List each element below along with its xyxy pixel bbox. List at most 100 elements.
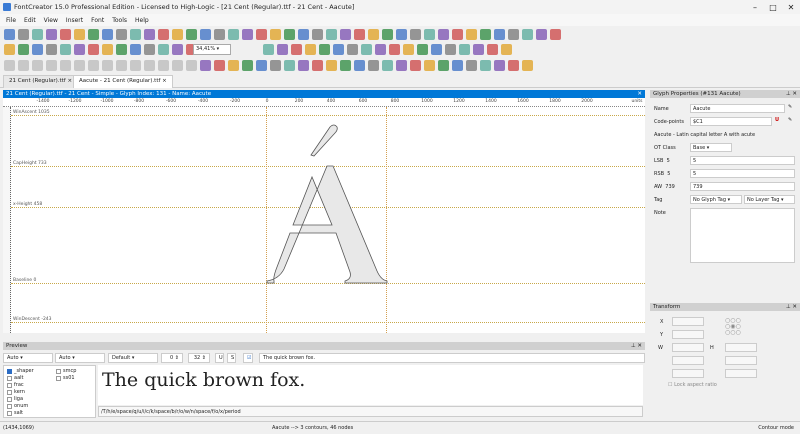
close-icon[interactable]: ✕ bbox=[637, 90, 642, 98]
toolbar-button[interactable] bbox=[522, 60, 533, 71]
toolbar-button[interactable] bbox=[46, 44, 57, 55]
zoom-select[interactable]: 34,41% ▾ bbox=[193, 44, 231, 55]
toolbar-button[interactable] bbox=[312, 60, 323, 71]
x-field[interactable] bbox=[672, 317, 704, 326]
menu-view[interactable]: View bbox=[44, 17, 58, 24]
toolbar-button[interactable] bbox=[326, 60, 337, 71]
checkbox[interactable] bbox=[56, 368, 61, 374]
toolbar-button[interactable] bbox=[382, 29, 393, 40]
toolbar-button[interactable] bbox=[375, 44, 386, 55]
note-textarea[interactable] bbox=[690, 208, 795, 263]
toolbar-button[interactable] bbox=[494, 60, 505, 71]
toolbar-button[interactable] bbox=[214, 60, 225, 71]
feature-checkbox-shaper[interactable]: _shaper bbox=[7, 368, 34, 374]
toolbar-button[interactable] bbox=[501, 44, 512, 55]
toolbar-button[interactable] bbox=[340, 29, 351, 40]
aw-field[interactable]: 739 bbox=[690, 182, 795, 191]
checkbox[interactable] bbox=[7, 403, 12, 409]
feature-checkbox-frac[interactable]: frac bbox=[7, 382, 24, 388]
toolbar-button[interactable] bbox=[284, 60, 295, 71]
toolbar-button[interactable] bbox=[32, 44, 43, 55]
menu-edit[interactable]: Edit bbox=[24, 17, 36, 24]
pin-close-icons[interactable]: ⊥ ✕ bbox=[786, 303, 797, 311]
layer-tag-select[interactable]: No Layer Tag ▾ bbox=[744, 195, 795, 204]
toolbar-button[interactable] bbox=[305, 44, 316, 55]
h-field[interactable] bbox=[725, 343, 757, 352]
y-field[interactable] bbox=[672, 330, 704, 339]
codepoints-field[interactable]: $C1 bbox=[690, 117, 772, 126]
toolbar-button[interactable] bbox=[4, 29, 15, 40]
toolbar-button[interactable] bbox=[473, 44, 484, 55]
glyph-outline[interactable] bbox=[11, 107, 645, 333]
toolbar-button[interactable] bbox=[480, 60, 491, 71]
name-field[interactable]: Aacute bbox=[690, 104, 785, 113]
toolbar-button[interactable] bbox=[228, 60, 239, 71]
toolbar-button[interactable] bbox=[508, 29, 519, 40]
language-select[interactable]: Auto ▾ bbox=[55, 353, 105, 363]
toolbar-button[interactable] bbox=[403, 44, 414, 55]
edit-icon[interactable]: ✎ bbox=[788, 117, 792, 123]
toolbar-button[interactable] bbox=[18, 44, 29, 55]
lock-aspect-checkbox[interactable]: ☐ Lock aspect ratio bbox=[668, 382, 717, 388]
vertical-ruler[interactable] bbox=[3, 107, 11, 333]
toolbar-button[interactable] bbox=[368, 29, 379, 40]
underline-button[interactable]: U bbox=[215, 353, 224, 363]
toolbar-button[interactable] bbox=[298, 29, 309, 40]
toolbar-button[interactable] bbox=[214, 29, 225, 40]
w-field[interactable] bbox=[672, 343, 704, 352]
skew-y-field[interactable] bbox=[725, 356, 757, 365]
toolbar-button[interactable] bbox=[466, 29, 477, 40]
feature-checkbox-liga[interactable]: liga bbox=[7, 396, 23, 402]
skew-x-field[interactable] bbox=[672, 356, 704, 365]
minimize-button[interactable]: – bbox=[746, 3, 764, 12]
menu-insert[interactable]: Insert bbox=[66, 17, 83, 24]
feature-checkbox-salt[interactable]: salt bbox=[7, 410, 23, 416]
toolbar-button[interactable] bbox=[102, 29, 113, 40]
toolbar-button[interactable] bbox=[130, 29, 141, 40]
toolbar-button[interactable] bbox=[46, 29, 57, 40]
toolbar-button[interactable] bbox=[60, 44, 71, 55]
close-icon[interactable]: × bbox=[162, 78, 167, 84]
toolbar-button[interactable] bbox=[291, 44, 302, 55]
feature-checkbox-onum[interactable]: onum bbox=[7, 403, 28, 409]
menu-help[interactable]: Help bbox=[135, 17, 149, 24]
toolbar-button[interactable] bbox=[256, 29, 267, 40]
glyph-canvas[interactable]: WinAscent 1035 CapHeight 733 x-Height 45… bbox=[11, 107, 645, 333]
toolbar-button[interactable] bbox=[172, 44, 183, 55]
origin-grid[interactable]: ○○○ ○◉○ ○○○ bbox=[725, 318, 741, 336]
toolbar-button[interactable] bbox=[536, 29, 547, 40]
toolbar-button[interactable] bbox=[172, 29, 183, 40]
toolbar-button[interactable] bbox=[550, 29, 561, 40]
toolbar-button[interactable] bbox=[494, 29, 505, 40]
toolbar-button[interactable] bbox=[116, 44, 127, 55]
toolbar-button[interactable] bbox=[277, 44, 288, 55]
toolbar-button[interactable] bbox=[144, 44, 155, 55]
toolbar-button[interactable] bbox=[200, 29, 211, 40]
feature-checkbox-smcp[interactable]: smcp bbox=[56, 368, 76, 374]
toolbar-button[interactable] bbox=[4, 44, 15, 55]
spacing-spinner[interactable]: 0 ⇕ bbox=[161, 353, 183, 363]
checkbox[interactable] bbox=[56, 375, 61, 381]
feature-checkbox-ss01[interactable]: ss01 bbox=[56, 375, 75, 381]
feature-checkbox-aalt[interactable]: aalt bbox=[7, 375, 23, 381]
toolbar-button[interactable] bbox=[102, 60, 113, 71]
horizontal-ruler[interactable]: -1400 -1200 -1000 -800 -600 -400 -200 0 200 400 60… bbox=[3, 98, 645, 107]
toolbar-button[interactable] bbox=[32, 60, 43, 71]
toolbar-button[interactable] bbox=[186, 29, 197, 40]
toolbar-button[interactable] bbox=[452, 29, 463, 40]
toolbar-button[interactable] bbox=[74, 60, 85, 71]
toolbar-button[interactable] bbox=[354, 29, 365, 40]
toolbar-button[interactable] bbox=[396, 29, 407, 40]
script-select[interactable]: Auto ▾ bbox=[3, 353, 53, 363]
pin-close-icons[interactable]: ⊥ ✕ bbox=[631, 342, 642, 350]
toolbar-button[interactable] bbox=[361, 44, 372, 55]
toolbar-button[interactable] bbox=[130, 60, 141, 71]
toolbar-button[interactable] bbox=[326, 29, 337, 40]
tab-glyph[interactable]: Aacute - 21 Cent (Regular).ttf × bbox=[73, 75, 173, 88]
toolbar-button[interactable] bbox=[144, 60, 155, 71]
edit-icon[interactable]: ✎ bbox=[788, 104, 792, 110]
toolbar-button[interactable] bbox=[256, 60, 267, 71]
checkbox[interactable] bbox=[7, 375, 12, 381]
toolbar-button[interactable] bbox=[340, 60, 351, 71]
scale-field[interactable] bbox=[725, 369, 757, 378]
